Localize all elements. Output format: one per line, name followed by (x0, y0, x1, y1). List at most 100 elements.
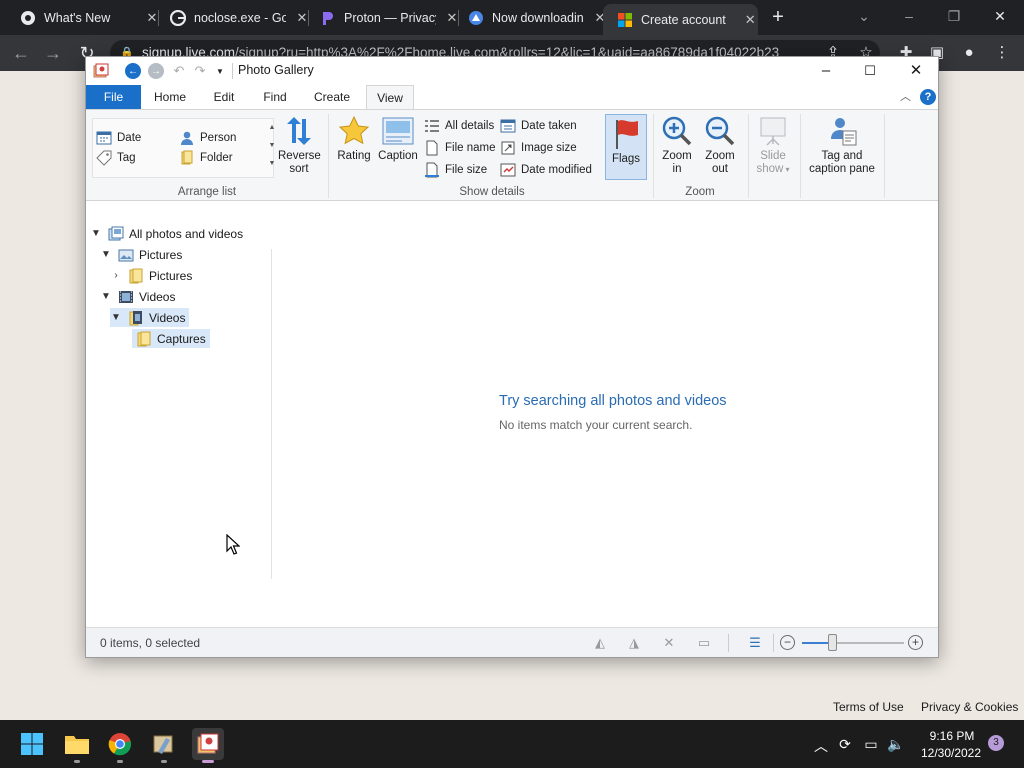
details-view-icon[interactable]: ☰ (747, 635, 763, 651)
start-button[interactable] (16, 728, 48, 760)
undo-icon[interactable]: ↶ (171, 63, 187, 79)
restore-icon[interactable]: ❐ (940, 5, 968, 27)
group-divider (653, 114, 654, 198)
expand-gallery-icon[interactable]: ▼ (267, 155, 277, 173)
zoom-in-small-icon[interactable]: + (908, 635, 923, 650)
forward-icon[interactable]: → (148, 63, 164, 79)
close-tab-icon[interactable]: ✕ (742, 12, 758, 28)
back-icon[interactable]: ← (10, 42, 32, 64)
tag-caption-pane-button[interactable]: Tag and caption pane (804, 114, 880, 176)
new-tab-button[interactable]: + (768, 7, 788, 27)
tab-whats-new[interactable]: What's New ✕ (0, 4, 160, 31)
collapse-chevron-icon[interactable]: ▼ (90, 228, 102, 239)
tab-search-icon[interactable]: ⌄ (850, 5, 878, 27)
collapse-chevron-icon[interactable]: ▼ (100, 249, 112, 260)
minimize-ribbon-icon[interactable]: ︿ (900, 88, 911, 104)
reverse-sort-button[interactable]: Reverse sort (278, 114, 321, 176)
tab-home[interactable]: Home (148, 85, 192, 109)
tree-item-all-photos[interactable]: ▼ All photos and videos (90, 224, 247, 243)
close-icon[interactable]: ✕ (986, 5, 1014, 27)
tree-item-captures[interactable]: Captures (132, 329, 210, 348)
caption-button[interactable]: Caption (376, 114, 420, 163)
slide-show-button[interactable]: Slide show ▾ (754, 114, 792, 176)
flags-button[interactable]: Flags (605, 114, 647, 180)
collapse-chevron-icon[interactable]: ▼ (100, 291, 112, 302)
photo-gallery-taskbar-button[interactable] (192, 728, 224, 763)
menu-icon[interactable]: ⋮ (993, 44, 1011, 62)
notification-badge[interactable]: 3 (988, 735, 1004, 751)
arrange-folder-button[interactable]: Folder (179, 150, 233, 166)
show-hidden-icons-icon[interactable]: ︿ (812, 736, 830, 756)
maximize-icon[interactable]: ☐ (855, 60, 885, 82)
zoom-out-button[interactable]: Zoom out (700, 114, 740, 176)
help-button[interactable]: ? (920, 89, 936, 105)
close-icon[interactable]: ✕ (901, 60, 931, 82)
empty-state-search-link[interactable]: Try searching all photos and videos (499, 393, 727, 409)
tab-noclose[interactable]: noclose.exe - Go ✕ (150, 4, 310, 31)
customize-qat-icon[interactable]: ▼ (212, 63, 228, 79)
zoom-slider-thumb[interactable] (828, 634, 838, 651)
terms-link[interactable]: Terms of Use (833, 700, 904, 714)
tab-find[interactable]: Find (254, 85, 296, 109)
arrange-person-label: Person (200, 132, 237, 144)
file-name-button[interactable]: File name (424, 140, 496, 156)
scroll-up-icon[interactable]: ▲ (267, 119, 277, 137)
file-size-button[interactable]: File size (424, 162, 487, 178)
tab-view[interactable]: View (366, 85, 414, 109)
rotate-left-icon[interactable]: ◭ (592, 635, 608, 651)
zoom-out-small-icon[interactable]: − (780, 635, 795, 650)
details-list-icon (425, 120, 439, 132)
tree-item-videos-folder[interactable]: ▼ Videos (110, 308, 190, 327)
scroll-down-icon[interactable]: ▼ (267, 137, 277, 155)
tab-create[interactable]: Create (308, 85, 356, 109)
zoom-in-button[interactable]: Zoom in (658, 114, 696, 176)
back-icon[interactable]: ← (125, 63, 141, 79)
sync-icon[interactable]: ⟳ (836, 736, 854, 753)
tree-item-videos[interactable]: ▼ Videos (100, 287, 179, 306)
titlebar-divider (232, 63, 233, 79)
delete-icon[interactable]: ✕ (661, 635, 677, 651)
rotate-right-icon[interactable]: ◮ (626, 635, 642, 651)
clock-date[interactable]: 12/30/2022 (918, 746, 984, 760)
tree-item-pictures[interactable]: ▼ Pictures (100, 245, 186, 264)
chrome-icon (20, 10, 36, 26)
all-details-button[interactable]: All details (424, 118, 494, 134)
network-icon[interactable]: ▭ (862, 736, 880, 753)
tab-proton[interactable]: Proton — Privacy ✕ (300, 4, 460, 31)
volume-icon[interactable]: 🔈 (887, 736, 905, 753)
tab-now-downloading[interactable]: Now downloading ✕ (448, 4, 608, 31)
tree-item-pictures-folder[interactable]: › Pictures (110, 266, 196, 285)
clock-time[interactable]: 9:16 PM (922, 729, 982, 743)
date-modified-button[interactable]: Date modified (500, 162, 592, 178)
arrange-person-button[interactable]: Person (179, 130, 236, 146)
expand-chevron-icon[interactable]: › (110, 270, 122, 281)
tab-create-account[interactable]: Create account ✕ (603, 4, 758, 35)
profile-icon[interactable]: ● (960, 44, 978, 62)
rating-button[interactable]: Rating (334, 114, 374, 163)
slide-show-icon[interactable]: ▭ (696, 635, 712, 651)
pane-splitter[interactable] (271, 249, 272, 579)
video-folder-icon (129, 310, 142, 325)
arrange-tag-button[interactable]: Tag (96, 150, 136, 166)
star-icon (334, 114, 374, 148)
chrome-taskbar-button[interactable] (104, 728, 136, 763)
file-explorer-button[interactable] (61, 728, 93, 763)
tab-file[interactable]: File (86, 85, 141, 109)
tab-title: Proton — Privacy (344, 10, 436, 25)
tab-edit[interactable]: Edit (204, 85, 244, 109)
group-divider (800, 114, 801, 198)
zoom-in-icon (658, 114, 696, 148)
reverse-sort-icon (278, 114, 320, 148)
collapse-chevron-icon[interactable]: ▼ (110, 312, 122, 323)
arrange-list-group-label: Arrange list (177, 186, 237, 198)
arrange-scroll-buttons[interactable]: ▲ ▼ ▼ (267, 119, 277, 179)
date-taken-button[interactable]: Date taken (500, 118, 577, 134)
minimize-icon[interactable]: – (895, 5, 923, 27)
arrange-date-button[interactable]: Date (96, 130, 141, 146)
photo-tool-taskbar-button[interactable] (148, 728, 180, 763)
image-size-button[interactable]: Image size (500, 140, 577, 156)
privacy-link[interactable]: Privacy & Cookies (921, 700, 1018, 714)
forward-icon[interactable]: → (42, 42, 64, 64)
minimize-icon[interactable]: – (811, 60, 841, 82)
redo-icon[interactable]: ↷ (192, 63, 208, 79)
